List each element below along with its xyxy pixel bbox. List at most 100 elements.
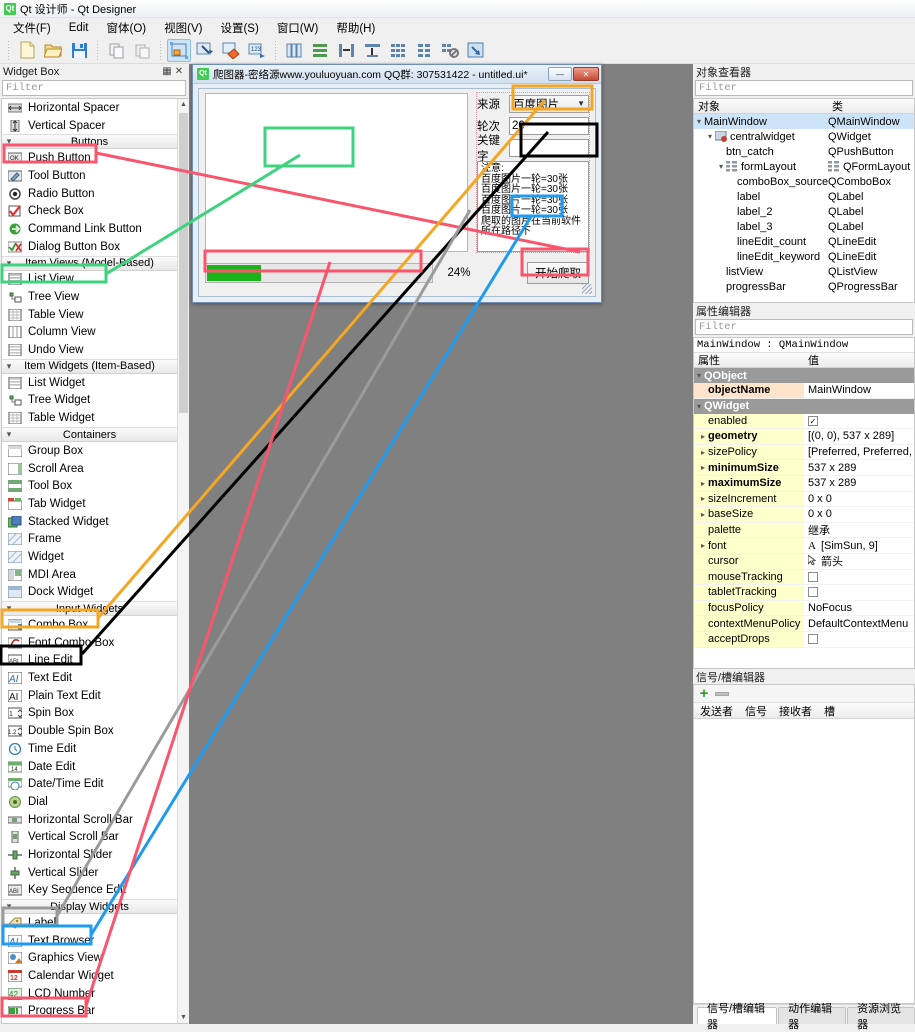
- menu-form[interactable]: 窗体(O): [98, 18, 156, 38]
- new-file-icon[interactable]: [15, 39, 39, 62]
- lineedit-count[interactable]: 20: [509, 116, 589, 135]
- layout-break-icon[interactable]: [438, 39, 462, 62]
- widget-category[interactable]: ▾ Item Views (Model-Based): [2, 255, 177, 271]
- object-tree-row[interactable]: lineEdit_keyword QLineEdit: [694, 249, 914, 264]
- property-row[interactable]: palette 继承: [694, 522, 914, 539]
- widget-item-text-edit[interactable]: AI Text Edit: [2, 669, 177, 687]
- property-row[interactable]: focusPolicy NoFocus: [694, 600, 914, 617]
- property-row[interactable]: enabled ✓: [694, 413, 914, 430]
- chevron-down-icon[interactable]: ▾: [705, 132, 715, 141]
- object-tree-row[interactable]: label_2 QLabel: [694, 204, 914, 219]
- widget-category[interactable]: ▾ Input Widgets: [2, 601, 177, 617]
- object-tree[interactable]: 对象 类 ▾ MainWindow QMainWindow ▾ centralwidge…: [693, 98, 915, 303]
- edit-signals-icon[interactable]: [193, 39, 217, 62]
- widget-item-dock-widget[interactable]: Dock Widget: [2, 584, 177, 602]
- checkbox-unchecked-icon[interactable]: [808, 587, 818, 598]
- object-tree-row[interactable]: listView QListView: [694, 264, 914, 279]
- widget-item-text-browser[interactable]: AI Text Browser: [2, 932, 177, 950]
- widget-item-radio-button[interactable]: Radio Button: [2, 185, 177, 203]
- layout-vertical-icon[interactable]: [308, 39, 332, 62]
- object-tree-row[interactable]: lineEdit_count QLineEdit: [694, 234, 914, 249]
- combobox-source[interactable]: 百度图片 ▼: [509, 94, 589, 113]
- menu-file[interactable]: 文件(F): [4, 18, 60, 38]
- widget-item-list-view[interactable]: List View: [2, 271, 177, 289]
- chevron-right-icon[interactable]: ▸: [698, 494, 708, 503]
- widget-item-horizontal-scroll-bar[interactable]: Horizontal Scroll Bar: [2, 811, 177, 829]
- widget-item-double-spin-box[interactable]: 1.2 Double Spin Box: [2, 722, 177, 740]
- widget-item-tree-view[interactable]: Tree View: [2, 288, 177, 306]
- widget-item-command-link-button[interactable]: Command Link Button: [2, 220, 177, 238]
- widget-list[interactable]: Horizontal Spacer Vertical Spacer ▾ Buttons…: [1, 98, 188, 1024]
- widget-item-progress-bar[interactable]: Progress Bar: [2, 1003, 177, 1021]
- widget-item-horizontal-slider[interactable]: Horizontal Slider: [2, 846, 177, 864]
- property-grid[interactable]: MainWindow : QMainWindow 属性 值 ▾ QObject ob…: [693, 337, 915, 669]
- property-row[interactable]: cursor 箭头: [694, 553, 914, 570]
- widget-category[interactable]: ▾ Display Widgets: [2, 899, 177, 915]
- scrollbar-thumb[interactable]: [179, 113, 188, 413]
- edit-widgets-icon[interactable]: [167, 38, 191, 62]
- chevron-down-icon[interactable]: ▾: [716, 162, 726, 171]
- object-tree-row[interactable]: btn_catch QPushButton: [694, 144, 914, 159]
- chevron-right-icon[interactable]: ▸: [698, 432, 708, 441]
- widget-item-calendar-widget[interactable]: 12 Calendar Widget: [2, 967, 177, 985]
- form-minimize-button[interactable]: —: [548, 67, 572, 81]
- widget-item-mdi-area[interactable]: MDI Area: [2, 566, 177, 584]
- widget-item-tree-widget[interactable]: Tree Widget: [2, 392, 177, 410]
- minus-icon[interactable]: [715, 691, 729, 696]
- widget-item-time-edit[interactable]: Time Edit: [2, 740, 177, 758]
- adjust-size-icon[interactable]: [464, 39, 488, 62]
- widget-item-list-widget[interactable]: List Widget: [2, 374, 177, 392]
- menu-view[interactable]: 视图(V): [155, 18, 211, 38]
- widget-category[interactable]: ▾ Containers: [2, 427, 177, 442]
- widget-item-label[interactable]: Label: [2, 914, 177, 932]
- widget-item-check-box[interactable]: Check Box: [2, 202, 177, 220]
- chevron-right-icon[interactable]: ▸: [698, 541, 708, 550]
- design-canvas[interactable]: Qt 爬图器-密络源www.youluoyuan.com QQ群: 307531…: [189, 64, 693, 1024]
- widget-item-lcd-number[interactable]: 42 LCD Number: [2, 985, 177, 1003]
- scroll-down-icon[interactable]: ▼: [178, 1012, 188, 1023]
- widget-item-tool-button[interactable]: Tool Button: [2, 167, 177, 185]
- widget-item-key-sequence-edit[interactable]: ABI Key Sequence Edit: [2, 882, 177, 900]
- widget-item-combo-box[interactable]: Combo Box: [2, 616, 177, 634]
- form-listview[interactable]: [205, 93, 468, 252]
- widget-item-date-edit[interactable]: 14 Date Edit: [2, 758, 177, 776]
- widget-item-push-button[interactable]: OK Push Button: [2, 149, 177, 167]
- property-group[interactable]: ▾ QWidget: [694, 398, 914, 414]
- form-notes-textbrowser[interactable]: 注意: 百度图片一轮=30张 百度图片一轮=30张 百度图片一轮=30张 百度图…: [477, 161, 589, 252]
- tab-action-editor[interactable]: 动作编辑器: [778, 1003, 847, 1031]
- chevron-right-icon[interactable]: ▸: [698, 479, 708, 488]
- widget-item-table-view[interactable]: Table View: [2, 306, 177, 324]
- widget-item-horizontal-spacer[interactable]: Horizontal Spacer: [2, 99, 177, 117]
- layout-grid-icon[interactable]: [386, 39, 410, 62]
- widget-item-frame[interactable]: Frame: [2, 530, 177, 548]
- widget-box-filter-input[interactable]: Filter: [2, 80, 186, 96]
- widget-item-stacked-widget[interactable]: Stacked Widget: [2, 513, 177, 531]
- property-row[interactable]: ▸ maximumSize 537 x 289: [694, 475, 914, 492]
- widget-item-line-edit[interactable]: ABI Line Edit: [2, 652, 177, 670]
- copy-icon[interactable]: [104, 39, 128, 62]
- widget-item-vertical-slider[interactable]: Vertical Slider: [2, 864, 177, 882]
- widget-item-dial[interactable]: Dial: [2, 793, 177, 811]
- object-inspector-filter-input[interactable]: Filter: [695, 80, 913, 96]
- widget-item-tool-box[interactable]: Tool Box: [2, 477, 177, 495]
- resize-grip-icon[interactable]: [582, 284, 592, 294]
- widget-item-date-time-edit[interactable]: Date/Time Edit: [2, 775, 177, 793]
- property-row[interactable]: mouseTracking: [694, 569, 914, 586]
- widget-item-vertical-scroll-bar[interactable]: Vertical Scroll Bar: [2, 828, 177, 846]
- menu-edit[interactable]: Edit: [60, 20, 98, 36]
- tab-resource-browser[interactable]: 资源浏览器: [847, 1003, 915, 1031]
- save-icon[interactable]: [67, 39, 91, 62]
- widget-item-scroll-area[interactable]: Scroll Area: [2, 460, 177, 478]
- widget-list-scrollbar[interactable]: ▲ ▼: [177, 99, 188, 1023]
- property-row[interactable]: acceptDrops: [694, 631, 914, 648]
- property-row[interactable]: contextMenuPolicy DefaultContextMenu: [694, 616, 914, 632]
- signal-slot-panel[interactable]: + 发送者 信号 接收者 槽: [693, 684, 915, 1004]
- chevron-right-icon[interactable]: ▸: [698, 448, 708, 457]
- property-row[interactable]: ▸ baseSize 0 x 0: [694, 507, 914, 523]
- menu-help[interactable]: 帮助(H): [327, 18, 384, 38]
- paste-icon[interactable]: [130, 39, 154, 62]
- widget-item-undo-view[interactable]: Undo View: [2, 341, 177, 359]
- widget-item-vertical-spacer[interactable]: Vertical Spacer: [2, 117, 177, 135]
- menu-window[interactable]: 窗口(W): [268, 18, 328, 38]
- widget-category[interactable]: ▾ Buttons: [2, 134, 177, 150]
